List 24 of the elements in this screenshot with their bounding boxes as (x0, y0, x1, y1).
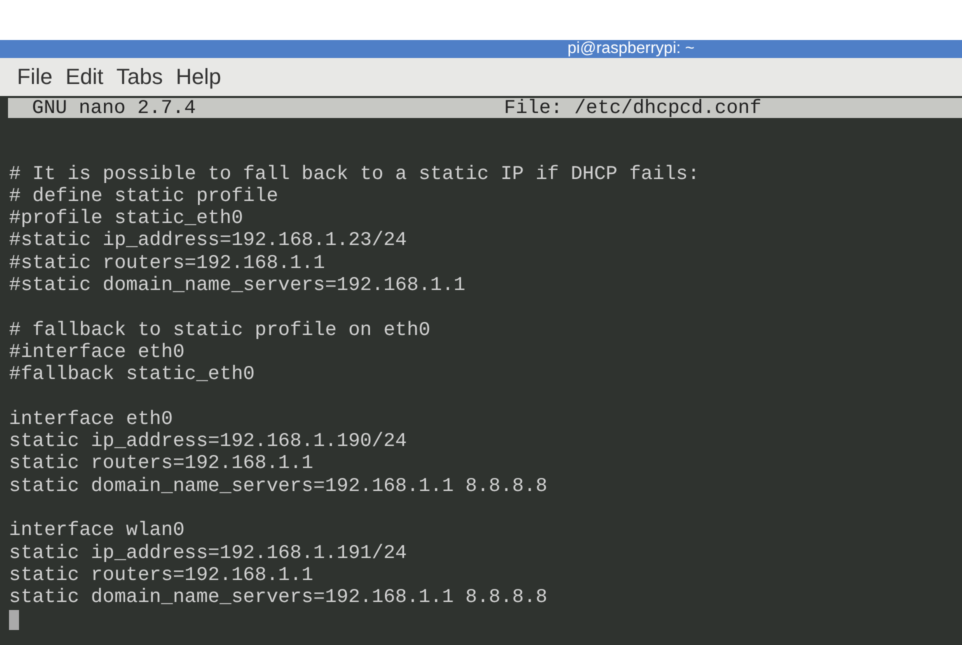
code-line: # define static profile (9, 184, 278, 208)
editor-version: GNU nano 2.7.4 (32, 98, 197, 118)
code-line: static routers=192.168.1.1 (9, 564, 314, 586)
code-line: #static ip_address=192.168.1.23/24 (9, 229, 407, 252)
code-line: #fallback static_eth0 (9, 363, 255, 386)
window-title: pi@raspberrypi: ~ (568, 40, 694, 58)
code-line: static domain_name_servers=192.168.1.1 8.8.8.8 (9, 474, 548, 498)
menu-item[interactable]: Help (176, 64, 222, 90)
code-line: static ip_address=192.168.1.190/24 (9, 430, 407, 452)
code-line: # fallback to static profile on eth0 (9, 318, 430, 341)
code-line: # It is possible to fall back to a static IP if DHCP fails: (9, 162, 700, 185)
code-line: static routers=192.168.1.1 (9, 452, 314, 475)
code-line: interface eth0 (9, 408, 173, 430)
code-line: #static domain_name_servers=192.168.1.1 (9, 274, 466, 296)
code-line: static ip_address=192.168.1.191/24 (9, 542, 407, 564)
code-line: #static routers=192.168.1.1 (9, 252, 325, 274)
code-line: interface wlan0 (9, 519, 185, 542)
file-name: File: /etc/dhcpcd.conf (504, 98, 762, 118)
code-line: #profile static_eth0 (9, 207, 244, 230)
code-line: static domain_name_servers=192.168.1.1 8.8.8.8 (9, 586, 548, 609)
menu-item[interactable]: File (17, 64, 52, 90)
menu-item[interactable]: Tabs (116, 64, 163, 90)
code-line: #interface eth0 (9, 340, 185, 364)
menu-item[interactable]: Edit (65, 64, 104, 90)
